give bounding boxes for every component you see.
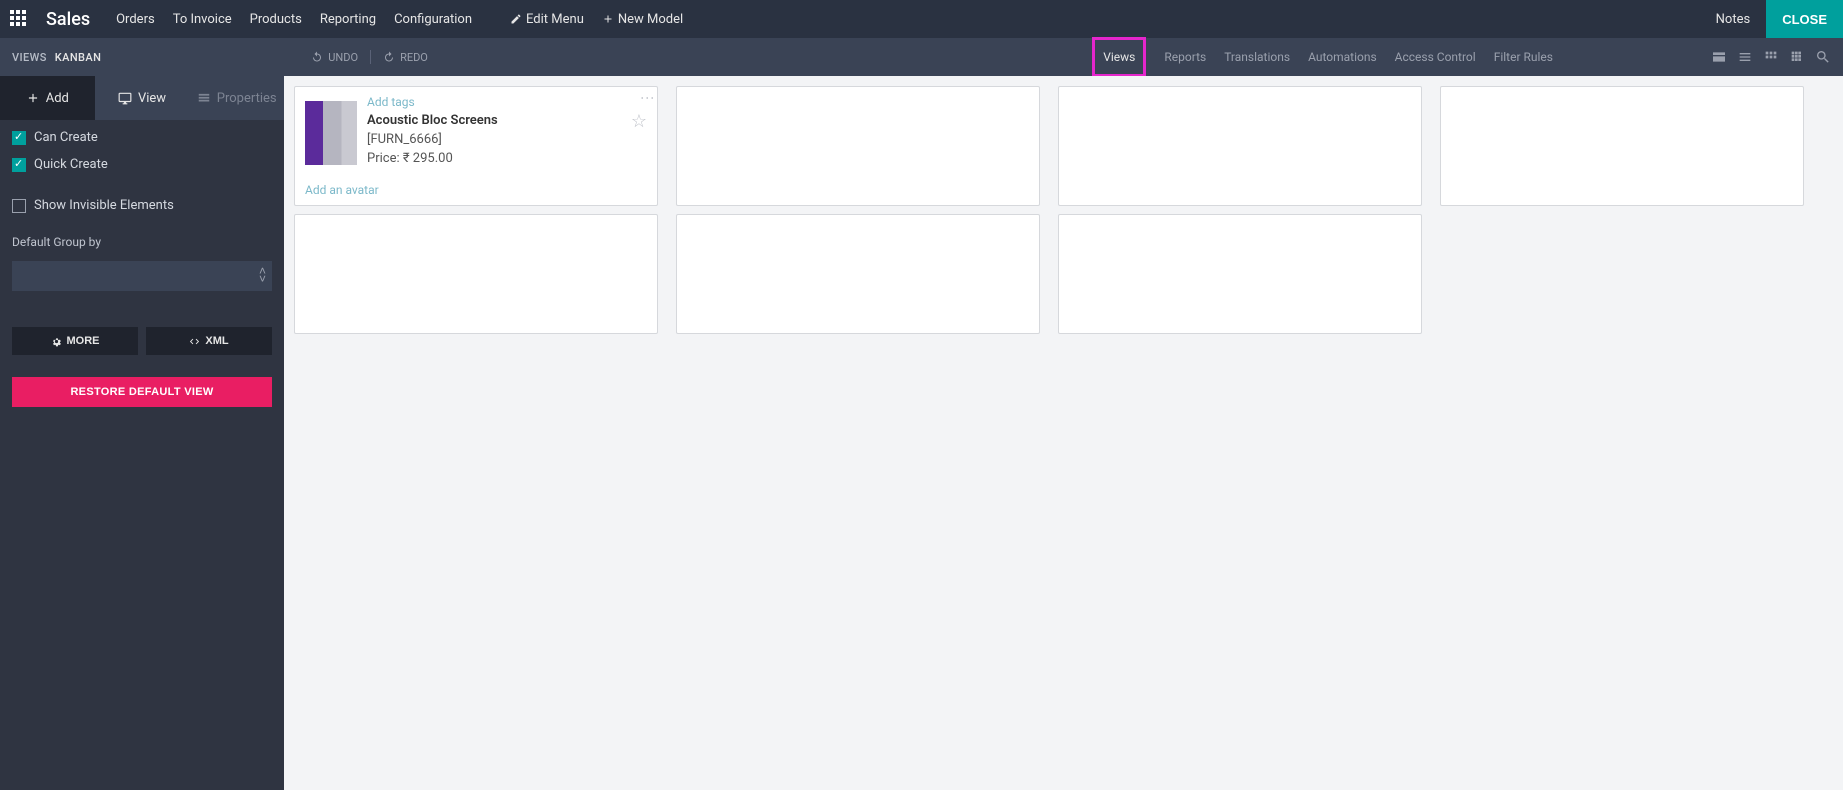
app-title: Sales — [46, 9, 90, 30]
redo-label: REDO — [400, 51, 428, 64]
can-create-label: Can Create — [34, 130, 98, 145]
breadcrumb: VIEWS KANBAN — [0, 51, 101, 64]
kanban-card[interactable]: Add tags Acoustic Bloc Screens [FURN_666… — [294, 86, 658, 206]
search-icon[interactable] — [1815, 49, 1831, 65]
quick-create-label: Quick Create — [34, 157, 108, 172]
sidebar-tab-view[interactable]: View — [95, 76, 190, 120]
apps-icon[interactable] — [10, 10, 28, 28]
empty-card-slot[interactable] — [676, 214, 1040, 334]
properties-icon — [197, 91, 211, 105]
xml-button[interactable]: XML — [146, 327, 272, 355]
tab-views[interactable]: Views — [1092, 37, 1146, 77]
restore-default-view-button[interactable]: RESTORE DEFAULT VIEW — [12, 377, 272, 407]
sidebar-tab-properties[interactable]: Properties — [189, 76, 284, 120]
breadcrumb-views[interactable]: VIEWS — [12, 51, 47, 64]
new-model-label: New Model — [618, 12, 683, 27]
tab-filter-rules[interactable]: Filter Rules — [1494, 50, 1553, 64]
plus-icon — [602, 13, 614, 25]
sidebar-tab-properties-label: Properties — [217, 91, 277, 106]
card-price: Price: ₹ 295.00 — [367, 151, 647, 166]
sidebar-tab-add[interactable]: Add — [0, 76, 95, 120]
edit-menu-label: Edit Menu — [526, 12, 584, 27]
nav-orders[interactable]: Orders — [116, 12, 155, 27]
price-value: ₹ 295.00 — [403, 151, 453, 166]
list-view-icon[interactable] — [1737, 49, 1753, 65]
gear-icon — [51, 336, 62, 347]
xml-label: XML — [205, 335, 228, 347]
undo-button[interactable]: UNDO — [311, 51, 358, 64]
new-model-button[interactable]: New Model — [602, 12, 683, 27]
tab-access-control[interactable]: Access Control — [1395, 50, 1476, 64]
card-sku: [FURN_6666] — [367, 132, 647, 147]
form-view-icon[interactable] — [1711, 49, 1727, 65]
empty-card-slot[interactable] — [1440, 86, 1804, 206]
pencil-icon — [510, 13, 522, 25]
kanban-view-icon[interactable] — [1763, 49, 1779, 65]
default-group-by-select[interactable] — [12, 261, 272, 291]
divider — [370, 50, 371, 64]
checkbox-checked-icon — [12, 158, 26, 172]
more-label: MORE — [67, 335, 100, 347]
more-button[interactable]: MORE — [12, 327, 138, 355]
tab-reports[interactable]: Reports — [1164, 50, 1206, 64]
nav-products[interactable]: Products — [250, 12, 302, 27]
sidebar: Add View Properties Can Create Quick Cre… — [0, 76, 284, 790]
empty-card-slot[interactable] — [294, 214, 658, 334]
show-invisible-checkbox[interactable]: Show Invisible Elements — [12, 198, 272, 213]
top-navbar: Sales Orders To Invoice Products Reporti… — [0, 0, 1843, 38]
checkbox-unchecked-icon — [12, 199, 26, 213]
empty-card-slot[interactable] — [1058, 86, 1422, 206]
card-title: Acoustic Bloc Screens — [367, 113, 647, 128]
tab-automations[interactable]: Automations — [1308, 50, 1377, 64]
checkbox-checked-icon — [12, 131, 26, 145]
redo-button[interactable]: REDO — [383, 51, 428, 64]
grid-view-icon[interactable] — [1789, 49, 1805, 65]
undo-label: UNDO — [328, 51, 358, 64]
kanban-canvas: Add tags Acoustic Bloc Screens [FURN_666… — [284, 76, 1843, 790]
empty-card-slot[interactable] — [1058, 214, 1422, 334]
tab-translations[interactable]: Translations — [1224, 50, 1290, 64]
nav-configuration[interactable]: Configuration — [394, 12, 472, 27]
breadcrumb-kanban: KANBAN — [55, 51, 102, 64]
default-group-by-label: Default Group by — [12, 235, 272, 249]
empty-card-slot[interactable] — [676, 86, 1040, 206]
nav-reporting[interactable]: Reporting — [320, 12, 376, 27]
add-tags-link[interactable]: Add tags — [367, 95, 647, 109]
redo-icon — [383, 51, 395, 63]
show-invisible-label: Show Invisible Elements — [34, 198, 174, 213]
edit-menu-button[interactable]: Edit Menu — [510, 12, 584, 27]
kebab-menu-icon[interactable]: ⋮ — [644, 91, 649, 104]
sidebar-tab-add-label: Add — [46, 91, 69, 106]
undo-icon — [311, 51, 323, 63]
can-create-checkbox[interactable]: Can Create — [12, 130, 272, 145]
close-button[interactable]: CLOSE — [1766, 0, 1843, 38]
star-icon[interactable]: ☆ — [631, 111, 647, 132]
code-icon — [189, 336, 200, 347]
price-label: Price: — [367, 151, 400, 166]
sidebar-tab-view-label: View — [138, 91, 166, 106]
quick-create-checkbox[interactable]: Quick Create — [12, 157, 272, 172]
plus-icon — [26, 91, 40, 105]
product-thumbnail — [305, 101, 357, 165]
monitor-icon — [118, 91, 132, 105]
notes-button[interactable]: Notes — [1700, 12, 1767, 27]
studio-toolbar: VIEWS KANBAN UNDO REDO Views Reports Tra… — [0, 38, 1843, 76]
add-avatar-link[interactable]: Add an avatar — [305, 183, 379, 197]
nav-to-invoice[interactable]: To Invoice — [173, 12, 232, 27]
